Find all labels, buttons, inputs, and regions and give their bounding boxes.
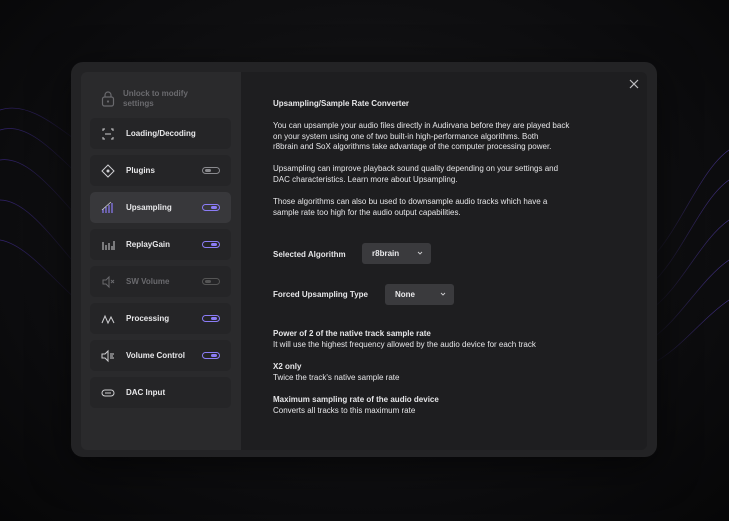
dac-input-icon [101, 389, 115, 396]
option-description: It will use the highest frequency allowe… [273, 339, 536, 349]
learn-more-line[interactable]: DAC characteristics. Learn more about Up… [273, 175, 458, 186]
volume-icon [102, 275, 115, 288]
sidebar-item-label: DAC Input [126, 388, 166, 397]
description-line: sample rate too high for the audio outpu… [273, 207, 461, 217]
loading-icon [102, 128, 114, 139]
sidebar-item-replaygain[interactable]: ReplayGain [90, 229, 231, 260]
option-description: Twice the track's native sample rate [273, 372, 400, 382]
description-line: on your system using one of two built-in… [273, 131, 539, 141]
sidebar-item-dac-input[interactable]: DAC Input [90, 377, 231, 408]
sidebar-item-label: ReplayGain [126, 240, 171, 249]
description-line: You can upsample your audio files direct… [273, 121, 570, 130]
chevron-down-icon [440, 292, 446, 296]
sidebar-item-label: SW Volume [126, 277, 170, 286]
chevron-down-icon [417, 251, 423, 255]
sidebar-item-sw-volume[interactable]: SW Volume [90, 266, 231, 297]
plugins-toggle[interactable] [202, 167, 220, 174]
upsampling-icon [101, 201, 113, 213]
option-title: X2 only [273, 362, 302, 371]
forced-upsampling-value: None [395, 290, 415, 299]
unlock-row[interactable]: Unlock to modify settings [91, 84, 231, 114]
sw-volume-toggle[interactable] [202, 278, 220, 285]
forced-upsampling-select[interactable]: None [385, 284, 454, 305]
processing-toggle[interactable] [202, 315, 220, 322]
option-title: Maximum sampling rate of the audio devic… [273, 395, 439, 404]
section-title: Upsampling/Sample Rate Converter [273, 99, 410, 108]
algorithm-label: Selected Algorithm [273, 250, 346, 259]
option-title: Power of 2 of the native track sample ra… [273, 329, 431, 338]
replaygain-toggle[interactable] [202, 241, 220, 248]
description-line: r8brain and SoX algorithms take advantag… [273, 142, 552, 151]
description-line: Those algorithms can also bu used to dow… [273, 197, 548, 206]
lock-icon [101, 91, 115, 107]
unlock-label: Unlock to modify settings [123, 89, 188, 108]
upsampling-toggle[interactable] [202, 204, 220, 211]
algorithm-select[interactable]: r8brain [362, 243, 431, 264]
forced-upsampling-label: Forced Upsampling Type [273, 290, 368, 299]
sidebar-item-plugins[interactable]: Plugins [90, 155, 231, 186]
close-icon[interactable] [628, 78, 640, 90]
plugins-icon [101, 163, 115, 178]
volume-control-toggle[interactable] [202, 352, 220, 359]
sidebar-item-processing[interactable]: Processing [90, 303, 231, 334]
sidebar-item-label: Processing [126, 314, 170, 323]
sidebar-item-label: Plugins [126, 166, 155, 175]
sidebar-item-label: Volume Control [126, 351, 185, 360]
sidebar-item-label: Loading/Decoding [126, 129, 196, 138]
volume-control-icon [101, 349, 114, 362]
option-description: Converts all tracks to this maximum rate [273, 405, 416, 415]
algorithm-value: r8brain [372, 249, 400, 258]
sidebar-item-volume-control[interactable]: Volume Control [90, 340, 231, 371]
processing-icon [101, 314, 115, 324]
description-line: Upsampling can improve playback sound qu… [273, 164, 559, 173]
replaygain-icon [102, 240, 115, 250]
sidebar-item-label: Upsampling [126, 203, 172, 212]
sidebar-item-loading-decoding[interactable]: Loading/Decoding [90, 118, 231, 149]
sidebar-item-upsampling[interactable]: Upsampling [90, 192, 231, 223]
